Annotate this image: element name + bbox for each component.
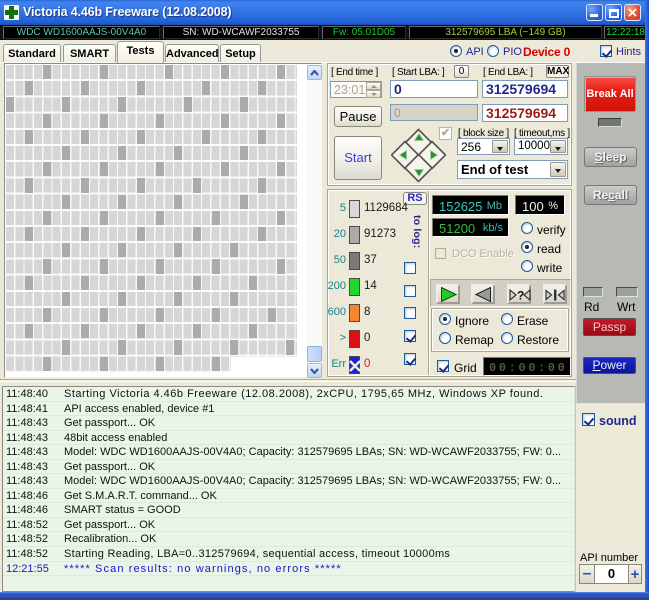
svg-text:?: ? <box>517 289 524 303</box>
